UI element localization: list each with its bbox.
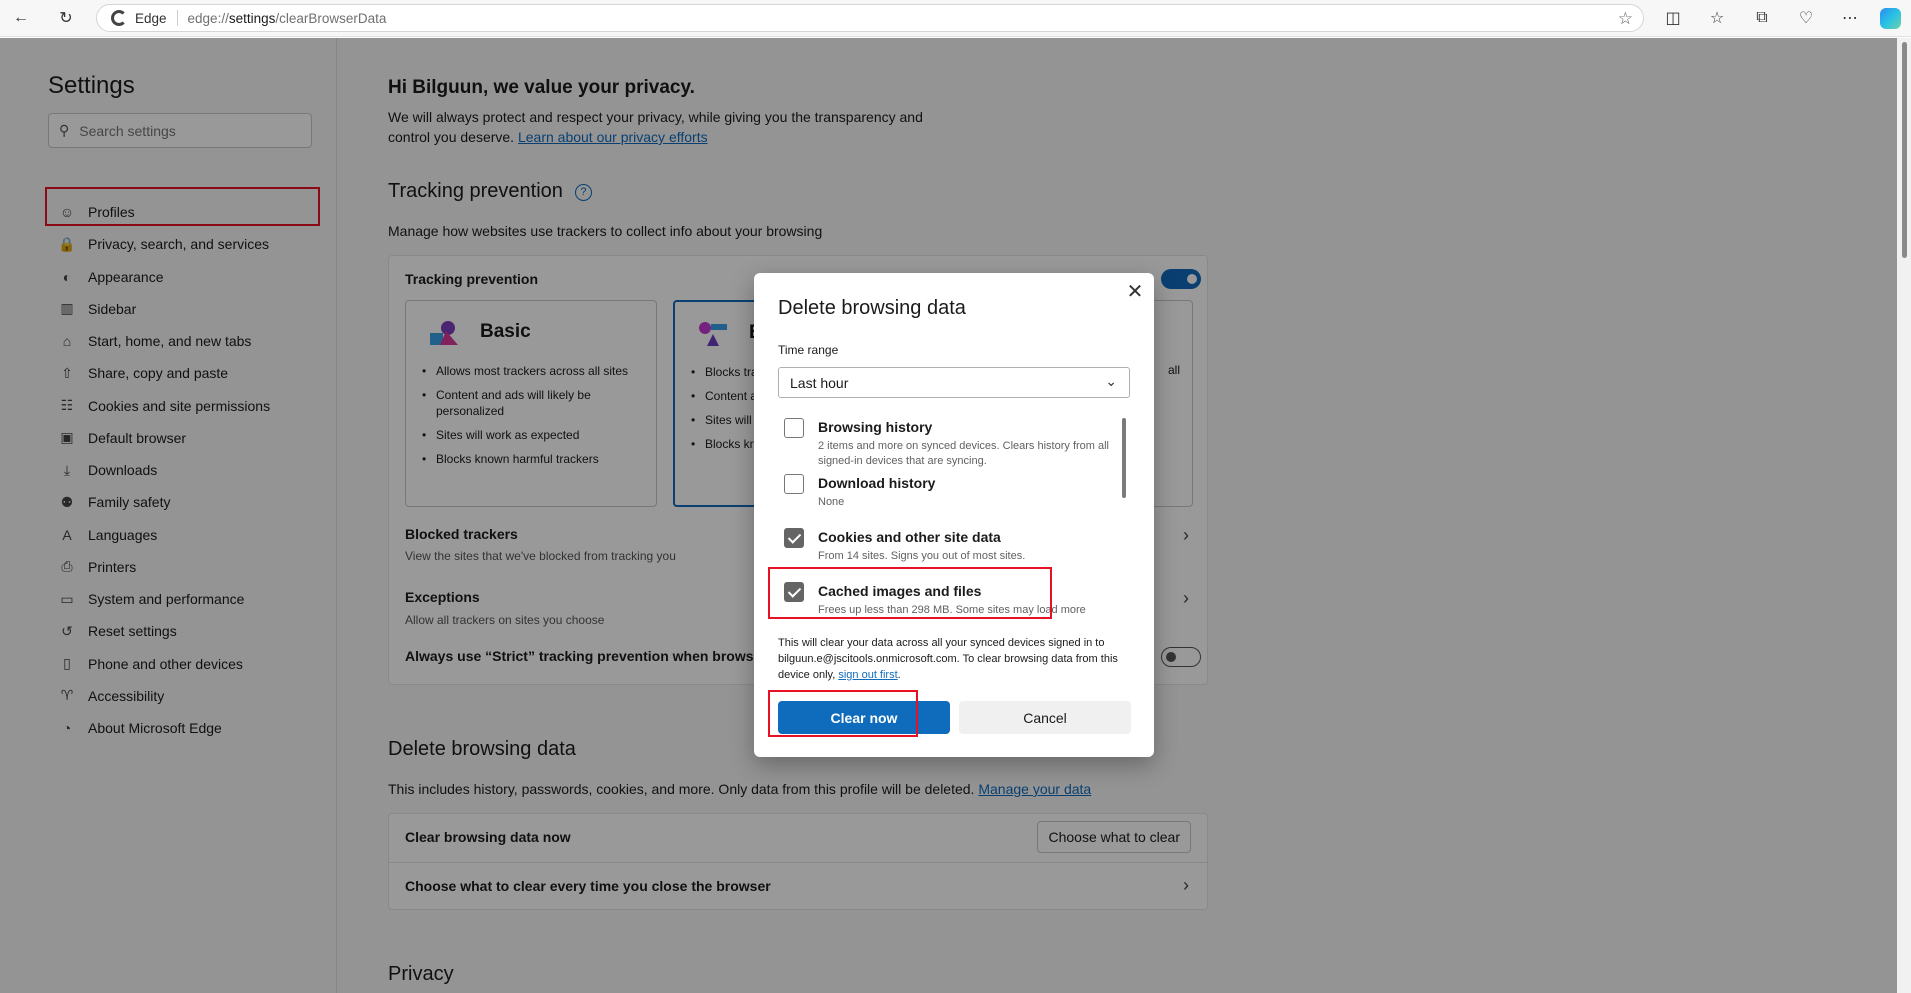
sign-out-first-link[interactable]: sign out first	[838, 669, 897, 681]
page-scrollbar-thumb[interactable]	[1902, 42, 1907, 258]
option-desc: None	[818, 496, 845, 508]
split-screen-icon[interactable]: ◫	[1658, 4, 1688, 32]
time-range-value: Last hour	[790, 374, 849, 391]
time-range-label: Time range	[778, 343, 839, 357]
url-host: settings	[228, 10, 276, 26]
option-desc: 2 items and more on synced devices. Clea…	[818, 440, 1110, 467]
option-title: Browsing history	[818, 419, 933, 435]
cancel-button[interactable]: Cancel	[959, 701, 1131, 734]
option-title: Cookies and other site data	[818, 529, 1001, 545]
chevron-down-icon: ⌄	[1105, 373, 1117, 389]
browsing-history-checkbox[interactable]	[784, 418, 804, 438]
close-icon[interactable]: ✕	[1124, 281, 1146, 303]
dialog-title: Delete browsing data	[778, 297, 966, 319]
site-label: Edge	[135, 10, 167, 26]
back-arrow-icon[interactable]: ←	[6, 4, 36, 32]
cookies-checkbox[interactable]	[784, 528, 804, 548]
sync-note: This will clear your data across all you…	[778, 637, 1118, 681]
favorites-icon[interactable]: ☆	[1702, 4, 1732, 32]
highlight-clear-now	[768, 690, 918, 737]
delete-browsing-data-dialog: Delete browsing data ✕ Time range Last h…	[754, 273, 1154, 757]
browser-toolbar: ← ↻ Edge edge://settings/clearBrowserDat…	[0, 0, 1911, 37]
highlight-cached-images	[768, 567, 1052, 619]
download-history-checkbox[interactable]	[784, 474, 804, 494]
more-menu-icon[interactable]: ⋯	[1835, 4, 1865, 32]
address-bar[interactable]: Edge edge://settings/clearBrowserData ☆	[96, 4, 1644, 32]
refresh-icon[interactable]: ↻	[51, 4, 81, 32]
time-range-select[interactable]: Last hour ⌄	[778, 367, 1130, 398]
collections-icon[interactable]: ⧉	[1747, 4, 1777, 32]
option-desc: From 14 sites. Signs you out of most sit…	[818, 550, 1026, 562]
browser-essentials-icon[interactable]: ♡	[1791, 4, 1821, 32]
dialog-scrollbar[interactable]	[1122, 418, 1126, 498]
copilot-icon[interactable]	[1880, 8, 1901, 29]
option-title: Download history	[818, 475, 936, 491]
url-scheme: edge://	[187, 10, 229, 26]
favorite-star-icon[interactable]: ☆	[1618, 9, 1633, 29]
edge-logo-icon	[111, 10, 127, 26]
url-path: /clearBrowserData	[275, 10, 387, 26]
